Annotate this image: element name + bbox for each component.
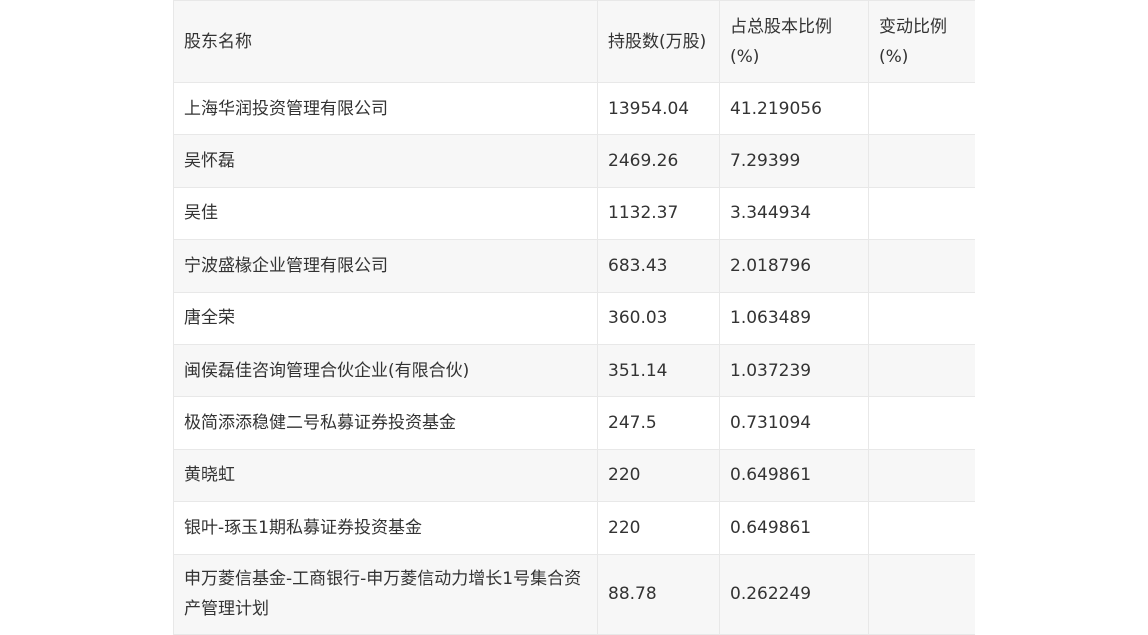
table-row: 银叶-琢玉1期私募证券投资基金 220 0.649861 <box>173 501 975 555</box>
cell-shares: 2469.26 <box>597 134 720 188</box>
cell-change <box>868 343 975 398</box>
header-ratio: 占总股本比例(%) <box>719 0 869 83</box>
cell-name: 上海华润投资管理有限公司 <box>173 81 598 136</box>
table-row: 唐全荣 360.03 1.063489 <box>173 291 975 345</box>
cell-ratio: 0.262249 <box>719 553 869 635</box>
header-shareholder-name: 股东名称 <box>173 0 598 83</box>
cell-name: 吴佳 <box>173 186 598 241</box>
table-row: 申万菱信基金-工商银行-申万菱信动力增长1号集合资产管理计划 88.78 0.2… <box>173 553 975 635</box>
cell-shares: 220 <box>597 501 720 555</box>
cell-shares: 220 <box>597 448 720 503</box>
cell-shares: 360.03 <box>597 291 720 345</box>
header-shares: 持股数(万股) <box>597 0 720 83</box>
cell-name: 宁波盛椽企业管理有限公司 <box>173 239 598 293</box>
cell-ratio: 7.29399 <box>719 134 869 188</box>
shareholder-table: 股东名称 持股数(万股) 占总股本比例(%) 变动比例(%) 上海华润投资管理有… <box>173 0 975 635</box>
cell-ratio: 0.731094 <box>719 396 869 450</box>
cell-ratio: 3.344934 <box>719 186 869 241</box>
cell-change <box>868 186 975 241</box>
cell-ratio: 1.037239 <box>719 343 869 398</box>
table-row: 宁波盛椽企业管理有限公司 683.43 2.018796 <box>173 239 975 293</box>
cell-change <box>868 134 975 188</box>
cell-change <box>868 81 975 136</box>
cell-name: 唐全荣 <box>173 291 598 345</box>
cell-ratio: 2.018796 <box>719 239 869 293</box>
table-row: 吴怀磊 2469.26 7.29399 <box>173 134 975 188</box>
cell-shares: 247.5 <box>597 396 720 450</box>
table-row: 吴佳 1132.37 3.344934 <box>173 186 975 241</box>
cell-change <box>868 501 975 555</box>
cell-change <box>868 239 975 293</box>
cell-name: 吴怀磊 <box>173 134 598 188</box>
cell-ratio: 1.063489 <box>719 291 869 345</box>
cell-ratio: 0.649861 <box>719 501 869 555</box>
cell-change <box>868 396 975 450</box>
cell-shares: 351.14 <box>597 343 720 398</box>
table-row: 闽侯磊佳咨询管理合伙企业(有限合伙) 351.14 1.037239 <box>173 343 975 398</box>
table-row: 黄晓虹 220 0.649861 <box>173 448 975 503</box>
table-row: 极简添添稳健二号私募证券投资基金 247.5 0.731094 <box>173 396 975 450</box>
cell-change <box>868 448 975 503</box>
cell-change <box>868 291 975 345</box>
table-row: 上海华润投资管理有限公司 13954.04 41.219056 <box>173 81 975 136</box>
cell-shares: 1132.37 <box>597 186 720 241</box>
cell-shares: 683.43 <box>597 239 720 293</box>
cell-name: 银叶-琢玉1期私募证券投资基金 <box>173 501 598 555</box>
shareholder-table-container: 股东名称 持股数(万股) 占总股本比例(%) 变动比例(%) 上海华润投资管理有… <box>173 0 975 635</box>
cell-shares: 88.78 <box>597 553 720 635</box>
cell-name: 闽侯磊佳咨询管理合伙企业(有限合伙) <box>173 343 598 398</box>
cell-shares: 13954.04 <box>597 81 720 136</box>
cell-name: 极简添添稳健二号私募证券投资基金 <box>173 396 598 450</box>
cell-change <box>868 553 975 635</box>
cell-name: 黄晓虹 <box>173 448 598 503</box>
cell-ratio: 0.649861 <box>719 448 869 503</box>
cell-name: 申万菱信基金-工商银行-申万菱信动力增长1号集合资产管理计划 <box>173 553 598 635</box>
table-header-row: 股东名称 持股数(万股) 占总股本比例(%) 变动比例(%) <box>173 0 975 83</box>
cell-ratio: 41.219056 <box>719 81 869 136</box>
header-change: 变动比例(%) <box>868 0 975 83</box>
